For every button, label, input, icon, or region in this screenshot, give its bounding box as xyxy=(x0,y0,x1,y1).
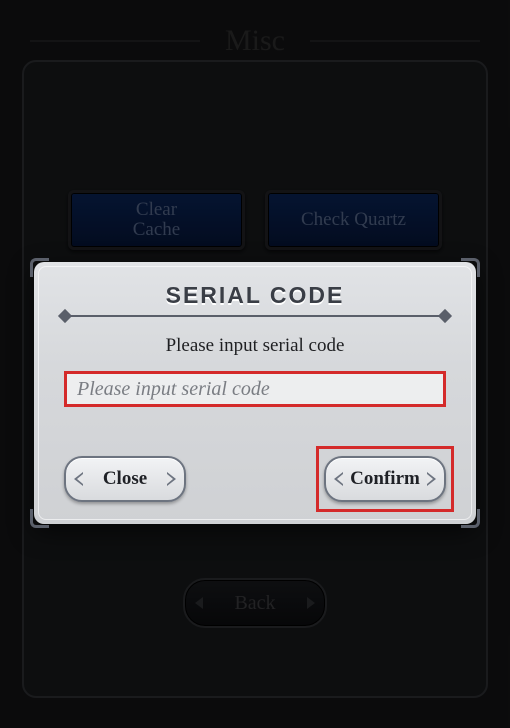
dialog-corner-ornament xyxy=(30,258,49,277)
chevron-right-icon xyxy=(427,472,436,486)
chevron-right-icon xyxy=(167,472,176,486)
confirm-label: Confirm xyxy=(350,468,420,490)
chevron-left-icon xyxy=(334,472,343,486)
dialog-corner-ornament xyxy=(461,509,480,528)
dialog-actions: Close Confirm xyxy=(34,456,476,502)
serial-code-dialog: Serial Code Please input serial code Clo… xyxy=(34,262,476,524)
close-button[interactable]: Close xyxy=(64,456,186,502)
chevron-left-icon xyxy=(74,472,83,486)
dialog-prompt: Please input serial code xyxy=(34,335,476,357)
dialog-title: Serial Code xyxy=(34,262,476,309)
confirm-button[interactable]: Confirm xyxy=(324,456,446,502)
serial-code-input[interactable] xyxy=(64,371,446,407)
serial-input-wrap xyxy=(64,371,446,407)
dialog-title-rule xyxy=(62,315,448,317)
dialog-corner-ornament xyxy=(461,258,480,277)
close-label: Close xyxy=(103,468,147,490)
dialog-corner-ornament xyxy=(30,509,49,528)
